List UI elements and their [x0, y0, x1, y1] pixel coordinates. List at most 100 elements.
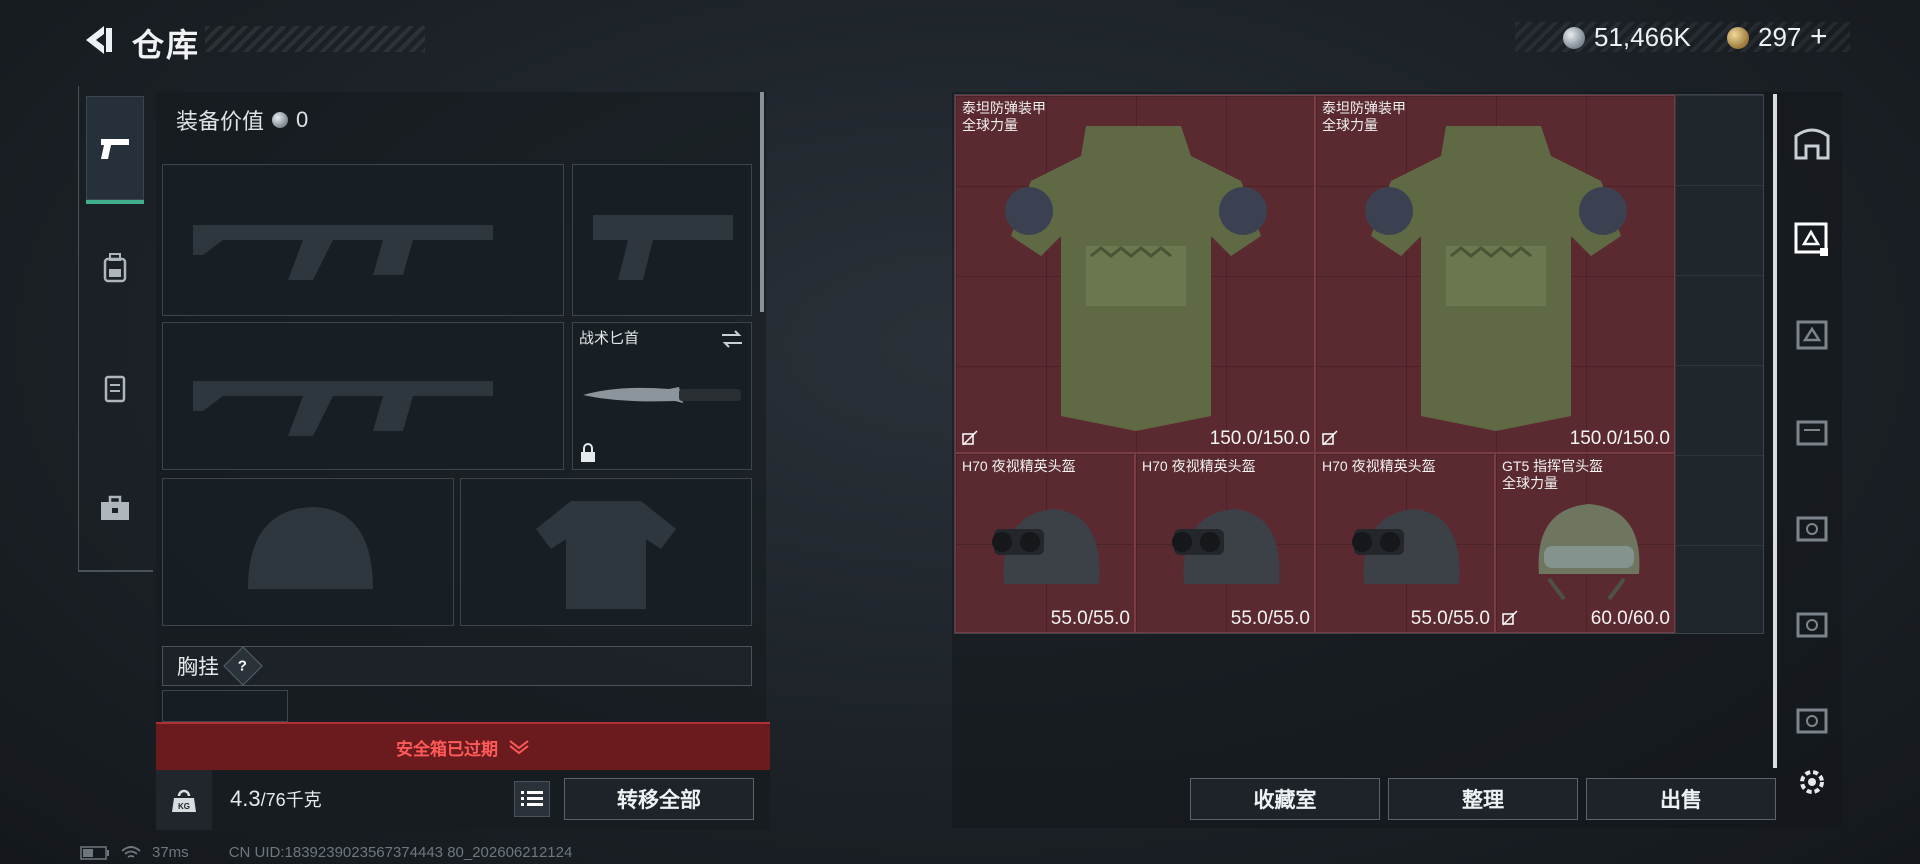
lock-icon — [581, 443, 595, 462]
container-icon — [1794, 222, 1828, 256]
status-bar: 37ms CN UID:1839239023567374443 80_20260… — [80, 844, 572, 861]
chest-rig-header[interactable]: 胸挂 ? — [162, 646, 752, 686]
storage-item-helmet[interactable]: H70 夜视精英头盔 55.0/55.0 — [1315, 453, 1495, 633]
container-icon — [1796, 516, 1828, 542]
tab-weapons[interactable] — [86, 96, 144, 204]
unlink-icon — [1322, 430, 1338, 446]
safe-box-expired-text: 安全箱已过期 — [396, 739, 498, 759]
loadout-scrollbar[interactable] — [760, 92, 764, 312]
chest-rig-label: 胸挂 — [177, 656, 219, 679]
silver-amount: 51,466K — [1594, 22, 1691, 52]
nav-container-1[interactable] — [1792, 218, 1832, 258]
item-name: H70 夜视精英头盔 — [1322, 458, 1436, 474]
container-icon — [1796, 320, 1828, 350]
storage-item-armor[interactable]: 泰坦防弹装甲 全球力量 150.0/150.0 — [955, 95, 1315, 453]
weight-readout: 4.3/76千克 — [230, 786, 322, 812]
nvg-helmet-image — [1172, 509, 1280, 584]
vault-icon — [1794, 128, 1830, 160]
tab-vest[interactable] — [86, 336, 144, 440]
sell-button[interactable]: 出售 — [1586, 778, 1776, 820]
nav-container-5[interactable] — [1792, 506, 1832, 546]
nav-container-4[interactable] — [1792, 410, 1832, 450]
storage-scrollbar[interactable] — [1773, 94, 1777, 768]
helmet-slot[interactable] — [162, 478, 454, 626]
nav-container-3[interactable] — [1792, 314, 1832, 354]
vest-icon — [104, 375, 126, 403]
help-badge[interactable]: ? — [223, 646, 263, 686]
safe-box-expired-banner[interactable]: 安全箱已过期 — [156, 722, 770, 770]
armor-silhouette-icon — [536, 501, 676, 609]
storage-item-helmet[interactable]: H70 夜视精英头盔 55.0/55.0 — [1135, 453, 1315, 633]
gold-coin-icon — [1727, 27, 1749, 49]
rifle-silhouette-icon — [193, 381, 493, 436]
commander-helmet-image — [1538, 504, 1640, 601]
nvg-helmet-image — [992, 509, 1100, 584]
secondary-weapon-slot[interactable] — [162, 322, 564, 470]
primary-weapon-slot[interactable] — [162, 164, 564, 316]
list-view-button[interactable] — [514, 781, 550, 817]
page-title: 仓库 — [132, 27, 201, 63]
item-durability: 60.0/60.0 — [1590, 608, 1670, 629]
silver-coin-icon — [1563, 27, 1585, 49]
nav-container-6[interactable] — [1792, 602, 1832, 642]
wifi-icon — [121, 845, 141, 858]
organize-button[interactable]: 整理 — [1388, 778, 1578, 820]
helmet-silhouette-icon — [248, 507, 373, 589]
battery-icon — [80, 845, 109, 860]
armor-vest-image — [1005, 126, 1267, 431]
weight-max: /76千克 — [260, 790, 322, 810]
rifle-silhouette-icon — [193, 225, 493, 280]
uid-text: CN UID:1839239023567374443 80_2026062121… — [228, 844, 573, 861]
equipment-value-label: 装备价值 — [176, 109, 265, 134]
double-chevron-down-icon — [509, 740, 529, 755]
backpack-icon — [103, 253, 127, 283]
collection-room-button[interactable]: 收藏室 — [1190, 778, 1380, 820]
silver-coin-icon — [272, 112, 289, 128]
item-name: H70 夜视精英头盔 — [1142, 458, 1256, 474]
nvg-helmet-image — [1352, 509, 1460, 584]
item-durability: 150.0/150.0 — [1209, 428, 1310, 449]
back-button[interactable] — [78, 20, 118, 60]
storage-item-helmet[interactable]: H70 夜视精英头盔 55.0/55.0 — [955, 453, 1135, 633]
chest-rig-slot[interactable] — [162, 690, 288, 722]
transfer-all-button[interactable]: 转移全部 — [564, 778, 754, 820]
unlink-icon — [1502, 610, 1518, 626]
tab-backpack[interactable] — [86, 216, 144, 320]
container-icon — [1796, 420, 1828, 446]
gold-amount: 297 — [1758, 22, 1802, 52]
item-durability: 55.0/55.0 — [1050, 608, 1130, 629]
weight-icon: KG — [156, 770, 212, 830]
armor-slot[interactable] — [460, 478, 752, 626]
item-name: H70 夜视精英头盔 — [962, 458, 1076, 474]
swap-icon[interactable] — [719, 329, 745, 349]
pistol-silhouette-icon — [593, 215, 733, 280]
equipment-value-amount: 0 — [296, 107, 309, 132]
unlink-icon — [962, 430, 978, 446]
weight-current: 4.3 — [230, 786, 261, 811]
pistol-icon — [101, 139, 129, 159]
nav-container-7[interactable] — [1792, 698, 1832, 738]
help-text: ? — [238, 657, 248, 675]
settings-button[interactable] — [1792, 762, 1832, 802]
item-durability: 55.0/55.0 — [1230, 608, 1310, 629]
pistol-slot[interactable] — [572, 164, 752, 316]
item-durability: 150.0/150.0 — [1569, 428, 1670, 449]
storage-item-helmet[interactable]: GT5 指挥官头盔 全球力量 60.0/60.0 — [1495, 453, 1675, 633]
svg-text:KG: KG — [178, 802, 190, 811]
title-decoration — [205, 26, 425, 52]
back-arrow-icon — [86, 26, 112, 54]
container-icon — [1796, 708, 1828, 734]
ping-text: 37ms — [152, 844, 189, 861]
nav-vault[interactable] — [1792, 122, 1832, 162]
knife-label: 战术匕首 — [579, 330, 640, 347]
container-icon — [1796, 612, 1828, 638]
tab-toolbox[interactable] — [86, 456, 144, 560]
armor-vest-image — [1365, 126, 1627, 431]
settings-icon — [1800, 770, 1824, 794]
gold-add-button[interactable]: + — [1810, 20, 1828, 54]
toolbox-icon — [101, 495, 129, 520]
list-icon — [521, 791, 543, 806]
item-durability: 55.0/55.0 — [1410, 608, 1490, 629]
knife-slot[interactable]: 战术匕首 — [572, 322, 752, 470]
storage-item-armor[interactable]: 泰坦防弹装甲 全球力量 150.0/150.0 — [1315, 95, 1675, 453]
